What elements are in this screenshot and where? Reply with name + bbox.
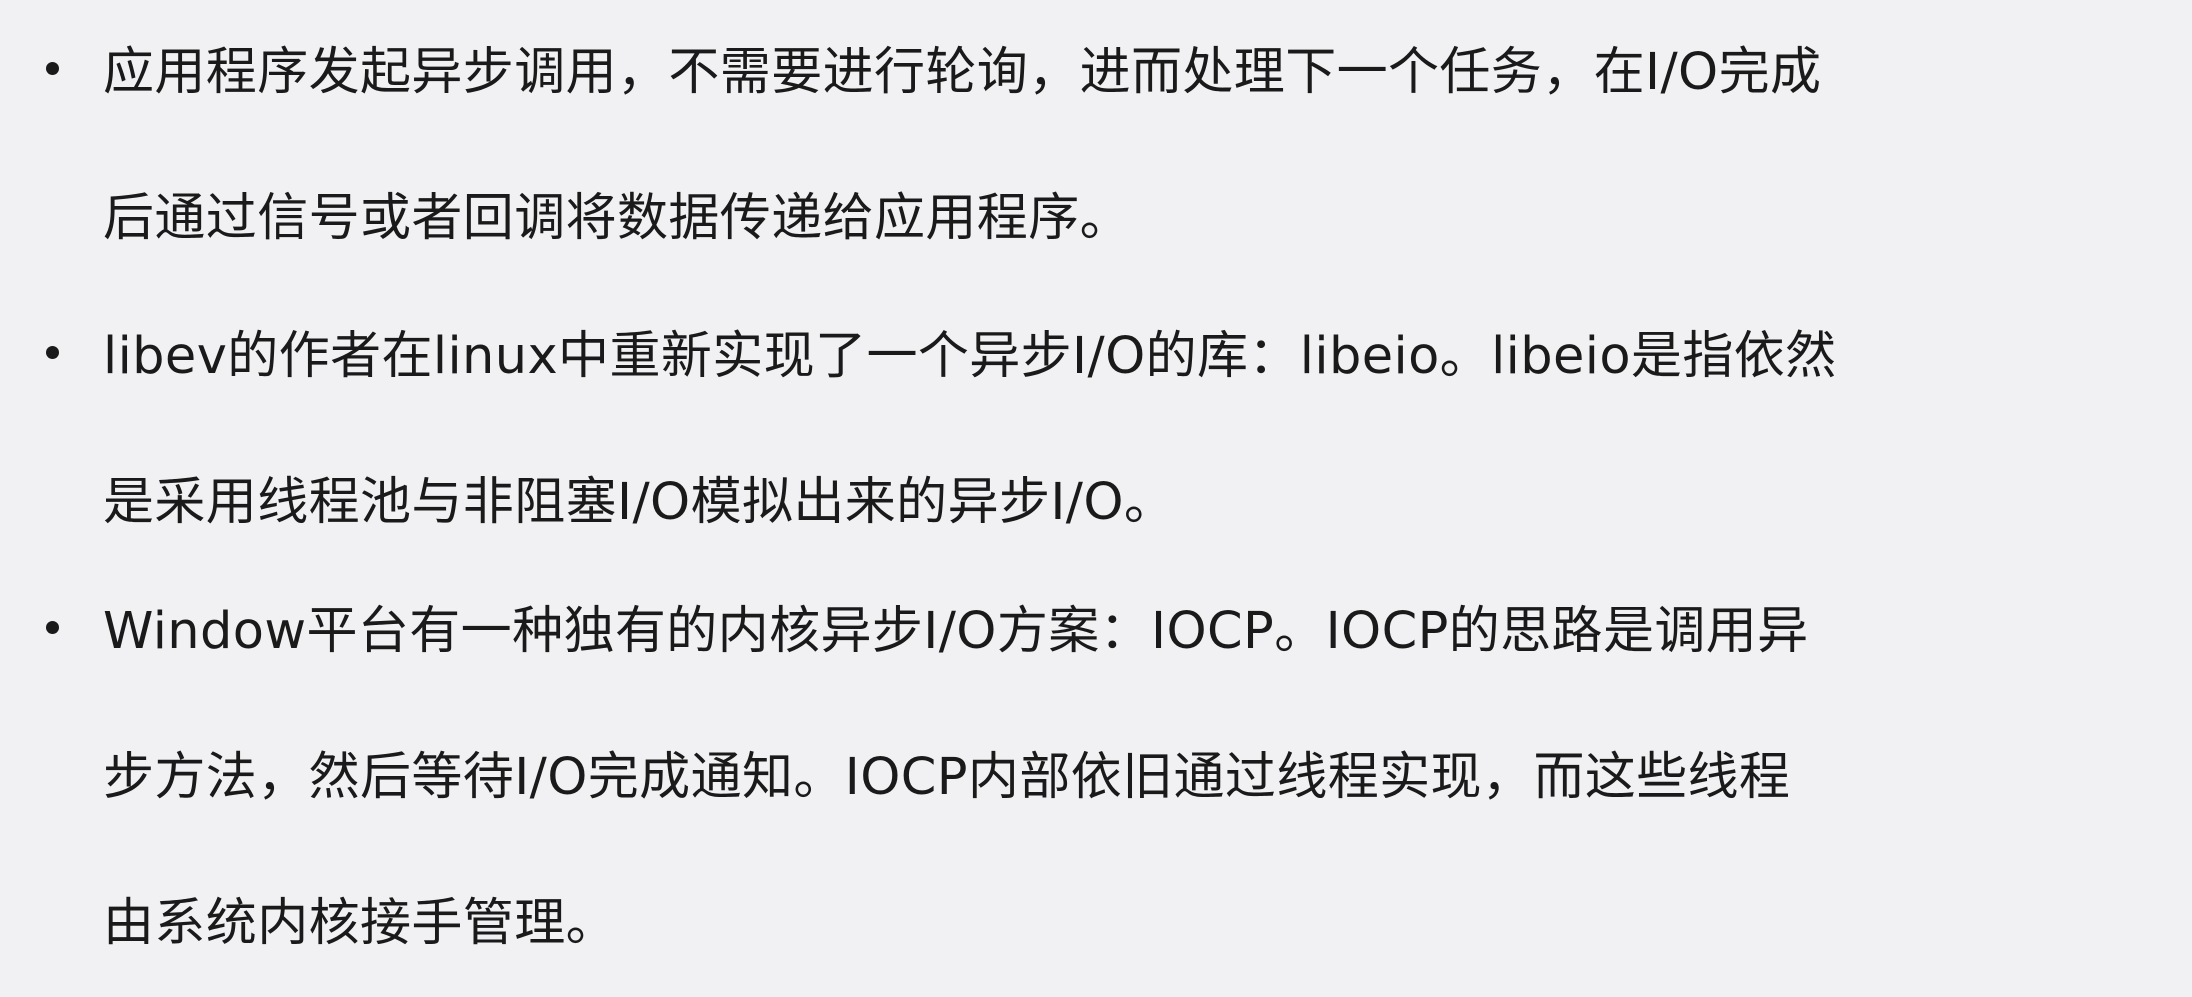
bullet-icon (46, 62, 59, 75)
text-line: Window平台有一种独有的内核异步I/O方案：IOCP。IOCP的思路是调用异 (103, 602, 1809, 661)
text-line: libev的作者在linux中重新实现了一个异步I/O的库：libeio。lib… (103, 327, 1837, 386)
document-page: 应用程序发起异步调用，不需要进行轮询，进而处理下一个任务，在I/O完成 后通过信… (0, 0, 2192, 972)
text-line: 后通过信号或者回调将数据传递给应用程序。 (103, 189, 1132, 248)
bullet-icon (46, 621, 59, 634)
text-line: 步方法，然后等待I/O完成通知。IOCP内部依旧通过线程实现，而这些线程 (103, 748, 1791, 807)
bullet-text: 应用程序发起异步调用，不需要进行轮询，进而处理下一个任务，在I/O完成 后通过信… (103, 0, 2123, 292)
bullet-text: libev的作者在linux中重新实现了一个异步I/O的库：libeio。lib… (103, 284, 2123, 576)
text-line: 应用程序发起异步调用，不需要进行轮询，进而处理下一个任务，在I/O完成 (103, 43, 1822, 102)
text-line: 是采用线程池与非阻塞I/O模拟出来的异步I/O。 (103, 473, 1176, 532)
text-line: 由系统内核接手管理。 (103, 894, 618, 953)
bullet-icon (46, 346, 59, 359)
bullet-text: Window平台有一种独有的内核异步I/O方案：IOCP。IOCP的思路是调用异… (103, 559, 2123, 997)
